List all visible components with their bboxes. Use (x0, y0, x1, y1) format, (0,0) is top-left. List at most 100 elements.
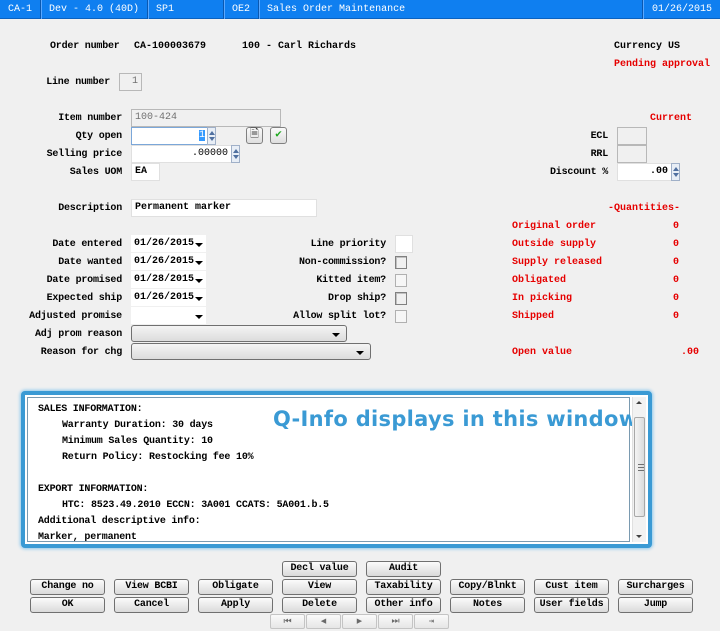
date-promised-field[interactable]: 01/28/2015 (131, 271, 206, 288)
item-number-label: Item number (58, 113, 122, 124)
qinfo-line: Additional descriptive info: (38, 516, 201, 527)
description-label: Description (58, 203, 122, 214)
dropdown-arrow-icon[interactable] (195, 315, 203, 319)
qinfo-line: Warranty Duration: 30 days (62, 420, 213, 431)
date-wanted-field[interactable]: 01/26/2015 (131, 253, 206, 270)
date-promised-label: Date promised (46, 275, 123, 286)
dropdown-arrow-icon[interactable] (195, 297, 203, 301)
dropdown-arrow-icon[interactable] (195, 261, 203, 265)
in-picking-label: In picking (512, 293, 573, 304)
selling-price-spinner[interactable] (231, 145, 240, 163)
obligate-button[interactable]: Obligate (198, 579, 273, 595)
decl-value-button[interactable]: Decl value (282, 561, 357, 577)
qty-open-label: Qty open (75, 131, 123, 142)
program-code: OE2 (224, 0, 260, 19)
user-fields-button[interactable]: User fields (534, 597, 609, 613)
previous-icon: ◀ (320, 616, 327, 626)
surcharges-button[interactable]: Surcharges (618, 579, 693, 595)
supply-released-value: 0 (673, 257, 680, 268)
last-record-button[interactable]: ⏭ (378, 614, 413, 629)
qinfo-line: Return Policy: Restocking fee 10% (62, 452, 254, 463)
qty-open-value: 1 (198, 130, 205, 141)
rrl-field[interactable] (617, 145, 647, 163)
order-number-value: CA-100003679 (134, 41, 207, 52)
qinfo-scrollbar[interactable] (632, 397, 646, 542)
non-commission-checkbox[interactable] (395, 256, 407, 269)
dropdown-arrow-icon (332, 333, 340, 337)
selling-price-label: Selling price (46, 149, 123, 160)
expected-ship-field[interactable]: 01/26/2015 (131, 289, 206, 306)
qinfo-text-area[interactable]: SALES INFORMATION: Warranty Duration: 30… (27, 397, 638, 543)
line-priority-label: Line priority (310, 239, 387, 250)
dropdown-arrow-icon[interactable] (195, 243, 203, 247)
supply-released-label: Supply released (512, 257, 603, 268)
qty-open-spinner[interactable] (207, 127, 216, 145)
quantities-title: -Quantities- (608, 203, 681, 214)
exit-icon: ⇥ (428, 616, 435, 626)
adj-prom-reason-label: Adj prom reason (34, 329, 122, 340)
dropdown-arrow-icon[interactable] (195, 279, 203, 283)
taxability-button[interactable]: Taxability (366, 579, 441, 595)
customer-name: 100 - Carl Richards (242, 41, 357, 52)
sales-uom-field[interactable]: EA (131, 163, 160, 181)
date-entered-label: Date entered (52, 239, 122, 250)
line-priority-field[interactable] (395, 235, 413, 253)
qinfo-line: EXPORT INFORMATION: (38, 484, 149, 495)
jump-button[interactable]: Jump (618, 597, 693, 613)
checkmark-icon: ✔ (275, 129, 282, 141)
ecl-field[interactable] (617, 127, 647, 145)
session-code: SP1 (148, 0, 225, 19)
discount-spinner[interactable] (671, 163, 680, 181)
view-bcbi-button[interactable]: View BCBI (114, 579, 189, 595)
discount-field[interactable]: .00 (617, 163, 672, 181)
cust-item-button[interactable]: Cust item (534, 579, 609, 595)
current-label: Current (650, 113, 693, 124)
ok-button[interactable]: OK (30, 597, 105, 613)
cancel-button[interactable]: Cancel (114, 597, 189, 613)
audit-button[interactable]: Audit (366, 561, 441, 577)
date-wanted-value: 01/26/2015 (134, 256, 195, 267)
sales-uom-label: Sales UOM (69, 167, 122, 178)
date-wanted-label: Date wanted (58, 257, 122, 268)
allow-split-lot-checkbox[interactable] (395, 310, 407, 323)
qty-open-field[interactable]: 1 (131, 127, 208, 145)
first-icon: ⏮ (283, 616, 292, 626)
scroll-thumb[interactable] (634, 417, 645, 517)
selling-price-field[interactable]: .00000 (131, 145, 232, 163)
expected-ship-label: Expected ship (46, 293, 123, 304)
scroll-up-icon[interactable] (636, 401, 642, 404)
kitted-item-label: Kitted item? (316, 275, 386, 286)
drop-ship-checkbox[interactable] (395, 292, 407, 305)
system-date: 01/26/2015 (651, 4, 712, 15)
scroll-down-icon[interactable] (636, 535, 642, 538)
rrl-label: RRL (590, 149, 609, 160)
date-entered-value: 01/26/2015 (134, 238, 195, 249)
description-field[interactable]: Permanent marker (131, 199, 317, 217)
environment: Dev - 4.0 (40D) (41, 0, 149, 19)
item-number-field[interactable]: 100-424 (131, 109, 281, 127)
adjusted-promise-field[interactable] (131, 307, 206, 324)
reason-for-chg-select[interactable] (131, 343, 371, 360)
first-record-button[interactable]: ⏮ (270, 614, 305, 629)
next-record-button[interactable]: ▶ (342, 614, 377, 629)
qinfo-line: Minimum Sales Quantity: 10 (62, 436, 213, 447)
change-no-button[interactable]: Change no (30, 579, 105, 595)
kitted-item-checkbox[interactable] (395, 274, 407, 287)
line-number-field[interactable]: 1 (119, 73, 142, 91)
accept-button[interactable]: ✔ (270, 127, 287, 144)
qinfo-window: SALES INFORMATION: Warranty Duration: 30… (21, 391, 652, 548)
delete-button[interactable]: Delete (282, 597, 357, 613)
item-lookup-button[interactable]: 🗎 (246, 127, 263, 144)
other-info-button[interactable]: Other info (366, 597, 441, 613)
view-button[interactable]: View (282, 579, 357, 595)
exit-button[interactable]: ⇥ (414, 614, 449, 629)
date-entered-field[interactable]: 01/26/2015 (131, 235, 206, 252)
adj-prom-reason-select[interactable] (131, 325, 347, 342)
copy-blnkt-button[interactable]: Copy/Blnkt (450, 579, 525, 595)
shipped-label: Shipped (512, 311, 555, 322)
notes-button[interactable]: Notes (450, 597, 525, 613)
previous-record-button[interactable]: ◀ (306, 614, 341, 629)
apply-button[interactable]: Apply (198, 597, 273, 613)
original-order-value: 0 (673, 221, 680, 232)
open-value-amount: .00 (681, 347, 700, 358)
